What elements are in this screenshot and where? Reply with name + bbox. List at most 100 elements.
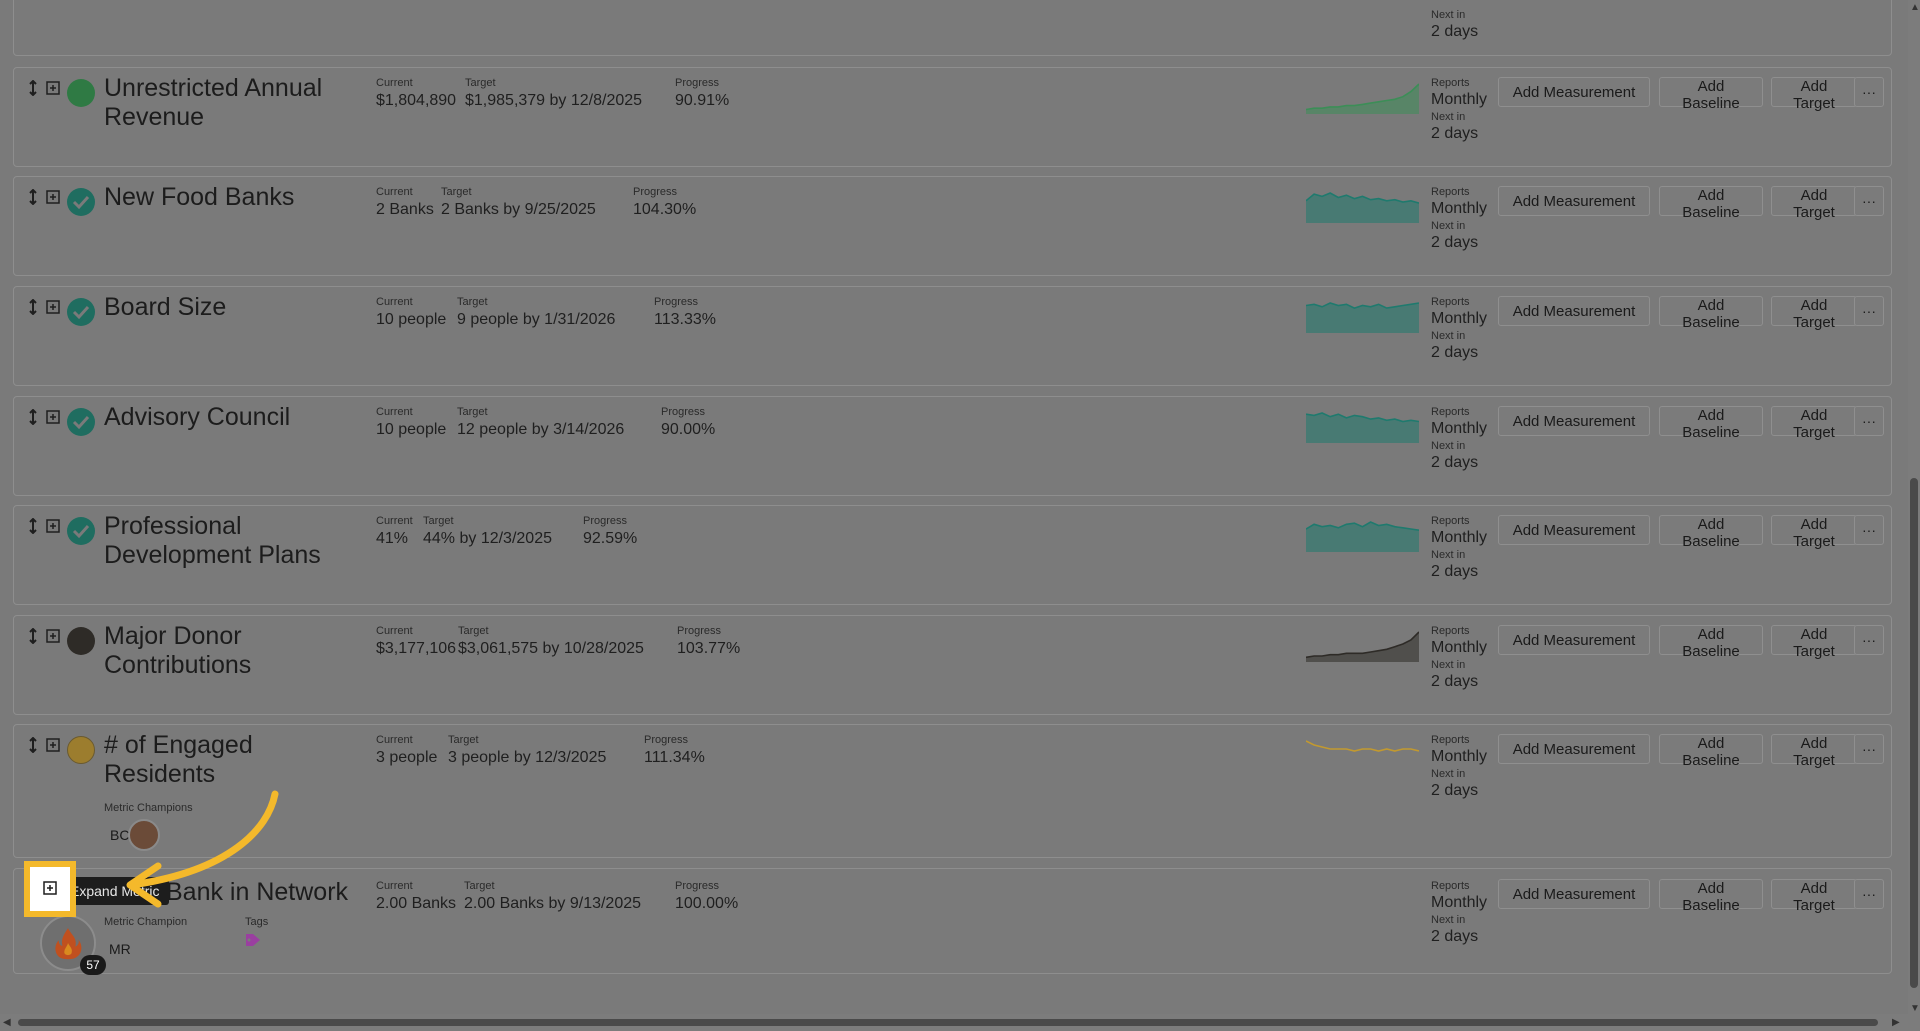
scroll-down-icon[interactable]: ▼: [1910, 1003, 1920, 1014]
current-block: Current $1,804,890: [376, 77, 456, 110]
frequency-value: Monthly: [1431, 894, 1488, 911]
next-in-label: Next in: [1431, 768, 1466, 780]
add-measurement-button[interactable]: Add Measurement: [1498, 406, 1650, 436]
next-in-label: Next in: [1431, 659, 1466, 671]
champion-initials[interactable]: MR: [109, 941, 131, 957]
metric-card-major-donor[interactable]: Major Donor Contributions Current $3,177,…: [13, 615, 1892, 715]
add-baseline-button[interactable]: Add Baseline: [1659, 406, 1763, 441]
progress-block: Progress 104.30%: [633, 186, 696, 219]
sparkline: [1306, 302, 1419, 333]
status-indicator: [66, 187, 96, 217]
target-value: 2 Banks by 9/25/2025: [441, 201, 596, 218]
expand-metric-icon[interactable]: [46, 299, 60, 315]
metric-card-advisory-council[interactable]: Advisory Council Current 10 people Target…: [13, 396, 1892, 496]
scroll-up-icon[interactable]: ▲: [1910, 2, 1920, 13]
highlighted-expand-button[interactable]: [24, 861, 76, 917]
drag-handle-icon[interactable]: [26, 189, 40, 205]
target-label: Target: [457, 296, 488, 308]
add-target-button[interactable]: Add Target: [1771, 186, 1857, 221]
scroll-right-icon[interactable]: ▶: [1892, 1017, 1900, 1028]
metric-card-bank-in-network[interactable]: Bank in Network Current 2.00 Banks Target…: [13, 868, 1892, 974]
report-schedule: Reports Monthly Next in 2 days: [1431, 406, 1501, 474]
metric-title[interactable]: # of Engaged Residents: [104, 731, 364, 789]
reports-label: Reports: [1431, 406, 1470, 418]
metric-title[interactable]: Board Size: [104, 293, 364, 322]
drag-handle-icon[interactable]: [26, 737, 40, 753]
metric-card-board-size[interactable]: Board Size Current 10 people Target 9 peop…: [13, 286, 1892, 386]
add-measurement-button[interactable]: Add Measurement: [1498, 515, 1650, 545]
status-indicator: [66, 78, 96, 108]
add-baseline-button[interactable]: Add Baseline: [1659, 734, 1763, 769]
add-baseline-button[interactable]: Add Baseline: [1659, 515, 1763, 550]
expand-metric-icon[interactable]: [46, 628, 60, 644]
vertical-scroll-thumb[interactable]: [1910, 478, 1918, 988]
next-in-value: 2 days: [1431, 563, 1479, 580]
scroll-left-icon[interactable]: ◀: [3, 1017, 11, 1028]
expand-metric-icon[interactable]: [46, 409, 60, 425]
more-options-button[interactable]: ···: [1854, 296, 1884, 326]
report-schedule: Reports Monthly Next in 2 days: [1431, 880, 1501, 948]
metric-card-professional-development[interactable]: Professional Development Plans Current 41…: [13, 505, 1892, 605]
expand-metric-icon[interactable]: [46, 737, 60, 753]
frequency-value: Monthly: [1431, 529, 1488, 546]
metric-champion-label: Metric Champion: [104, 916, 188, 928]
add-baseline-button[interactable]: Add Baseline: [1659, 77, 1763, 112]
expand-metric-icon[interactable]: [46, 518, 60, 534]
add-measurement-button[interactable]: Add Measurement: [1498, 77, 1650, 107]
add-target-button[interactable]: Add Target: [1771, 406, 1857, 441]
tag-icon[interactable]: [245, 933, 261, 947]
metric-title[interactable]: Major Donor Contributions: [104, 622, 364, 680]
metric-title[interactable]: Unrestricted Annual Revenue: [104, 74, 364, 132]
report-schedule: Reports Monthly Next in 2 days: [1431, 186, 1501, 254]
more-options-button[interactable]: ···: [1854, 734, 1884, 764]
report-schedule: Reports Monthly Next in 2 days: [1431, 515, 1501, 583]
drag-handle-icon[interactable]: [26, 299, 40, 315]
add-baseline-button[interactable]: Add Baseline: [1659, 879, 1763, 914]
add-baseline-button[interactable]: Add Baseline: [1659, 186, 1763, 221]
more-options-button[interactable]: ···: [1854, 625, 1884, 655]
next-in-label: Next in: [1431, 220, 1466, 232]
add-target-button[interactable]: Add Target: [1771, 515, 1857, 550]
add-measurement-button[interactable]: Add Measurement: [1498, 625, 1650, 655]
horizontal-scroll-thumb[interactable]: [18, 1019, 1878, 1026]
status-indicator: [66, 297, 96, 327]
add-baseline-button[interactable]: Add Baseline: [1659, 296, 1763, 331]
add-target-button[interactable]: Add Target: [1771, 296, 1857, 331]
metric-card-engaged-residents[interactable]: # of Engaged Residents Current 3 people T…: [13, 724, 1892, 858]
add-target-button[interactable]: Add Target: [1771, 625, 1857, 660]
metric-card-new-food-banks[interactable]: New Food Banks Current 2 Banks Target 2 Ba…: [13, 176, 1892, 276]
expand-metric-icon[interactable]: [46, 189, 60, 205]
more-options-button[interactable]: ···: [1854, 406, 1884, 436]
current-label: Current: [376, 406, 413, 418]
add-target-button[interactable]: Add Target: [1771, 879, 1857, 914]
frequency-value: Monthly: [1431, 639, 1488, 656]
more-options-button[interactable]: ···: [1854, 186, 1884, 216]
metric-title[interactable]: Advisory Council: [104, 403, 364, 432]
more-options-button[interactable]: ···: [1854, 77, 1884, 107]
vertical-scrollbar[interactable]: ▲ ▼: [1908, 0, 1920, 1031]
metric-title[interactable]: Professional Development Plans: [104, 512, 364, 570]
current-block: Current 10 people: [376, 296, 446, 329]
add-baseline-button[interactable]: Add Baseline: [1659, 625, 1763, 660]
add-target-button[interactable]: Add Target: [1771, 734, 1857, 769]
add-target-button[interactable]: Add Target: [1771, 77, 1857, 112]
metric-card-unrestricted-revenue[interactable]: Unrestricted Annual Revenue Current $1,80…: [13, 67, 1892, 167]
add-measurement-button[interactable]: Add Measurement: [1498, 879, 1650, 909]
progress-block: Progress 92.59%: [583, 515, 637, 548]
metric-title[interactable]: New Food Banks: [104, 183, 364, 212]
horizontal-scrollbar[interactable]: ◀ ▶: [0, 1014, 1920, 1031]
current-block: Current 41%: [376, 515, 413, 548]
progress-label: Progress: [677, 625, 722, 637]
drag-handle-icon[interactable]: [26, 80, 40, 96]
status-indicator: [66, 516, 96, 546]
add-measurement-button[interactable]: Add Measurement: [1498, 186, 1650, 216]
add-measurement-button[interactable]: Add Measurement: [1498, 734, 1650, 764]
drag-handle-icon[interactable]: [26, 518, 40, 534]
add-measurement-button[interactable]: Add Measurement: [1498, 296, 1650, 326]
drag-handle-icon[interactable]: [26, 409, 40, 425]
more-options-button[interactable]: ···: [1854, 515, 1884, 545]
expand-metric-icon[interactable]: [43, 881, 57, 895]
more-options-button[interactable]: ···: [1854, 879, 1884, 909]
drag-handle-icon[interactable]: [26, 628, 40, 644]
expand-metric-icon[interactable]: [46, 80, 60, 96]
